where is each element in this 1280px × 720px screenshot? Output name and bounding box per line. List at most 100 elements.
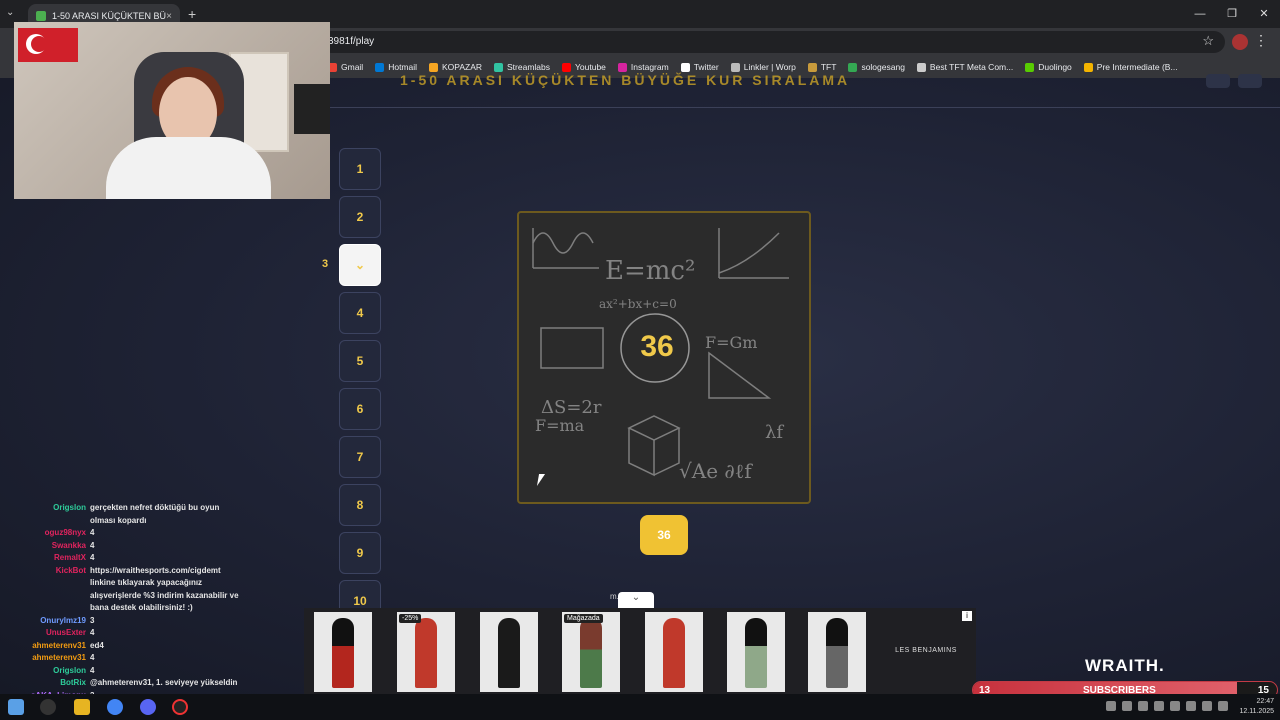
formula-text: ax²+bx+c=0 — [599, 297, 677, 311]
bookmark-favicon-icon — [1083, 62, 1093, 72]
chat-username[interactable]: UnusExter — [4, 627, 90, 640]
chat-username[interactable]: Origslon — [4, 502, 90, 527]
tab-search-icon[interactable]: ⌄ — [6, 7, 14, 18]
chat-message: ahmeterenv31 4 — [0, 652, 300, 665]
tray-icon[interactable] — [1138, 701, 1148, 711]
close-window-button[interactable]: ✕ — [1248, 0, 1280, 28]
profile-avatar[interactable] — [1232, 34, 1248, 50]
formula-text: ΔS=2r — [541, 397, 602, 418]
chrome-icon[interactable] — [107, 699, 123, 715]
chat-text: 4 — [90, 653, 95, 662]
bookmark-favicon-icon — [680, 62, 690, 72]
slot-button[interactable]: 2 — [339, 196, 381, 238]
discord-icon[interactable] — [140, 699, 156, 715]
tab-close-icon[interactable]: × — [166, 11, 172, 22]
bookmark-favicon-icon — [429, 62, 439, 72]
slot-active[interactable]: ⌄ — [339, 244, 381, 286]
chat-username[interactable]: ahmeterenv31 — [4, 640, 90, 653]
bookmark-favicon-icon — [1025, 62, 1035, 72]
bookmark-favicon-icon — [848, 62, 858, 72]
bookmark-label: KOPAZAR — [442, 62, 483, 72]
chat-message: oguz98nyx 4 — [0, 527, 300, 540]
bookmark-item[interactable]: Twitter — [680, 62, 719, 72]
chat-username[interactable]: oguz98nyx — [4, 527, 90, 540]
chat-username[interactable]: KickBot — [4, 565, 90, 615]
place-number-button[interactable]: 36 — [640, 515, 688, 555]
obs-icon[interactable] — [172, 699, 188, 715]
formula-text: √Ae ∂ℓf — [679, 459, 753, 483]
tray-icon[interactable] — [1106, 701, 1116, 711]
bookmark-item[interactable]: KOPAZAR — [429, 62, 482, 72]
product-card[interactable]: -25% — [397, 612, 455, 692]
tray-icon[interactable] — [1202, 701, 1212, 711]
product-card[interactable]: Mağazada — [562, 612, 620, 692]
bookmark-favicon-icon — [807, 62, 817, 72]
chat-text: 4 — [90, 540, 95, 550]
windows-start-icon[interactable] — [8, 699, 24, 715]
slot-button[interactable]: 6 — [339, 388, 381, 430]
new-tab-button[interactable]: + — [188, 6, 196, 22]
slot-button[interactable]: 1 — [339, 148, 381, 190]
product-card[interactable] — [314, 612, 372, 692]
url-input[interactable]: 3981f/play — [320, 31, 1225, 53]
chat-username[interactable]: Origslon — [4, 665, 90, 678]
bookmark-favicon-icon — [562, 62, 572, 72]
ad-collapse-button[interactable]: ⌄ — [618, 592, 654, 608]
product-card[interactable] — [808, 612, 866, 692]
header-button[interactable] — [1238, 74, 1262, 88]
slot-button[interactable]: 5 — [339, 340, 381, 382]
tray-icon[interactable] — [1122, 701, 1132, 711]
bookmark-item[interactable]: Best TFT Meta Com... — [916, 62, 1013, 72]
chat-text: gerçekten nefret döktüğü bu oyun olması … — [90, 503, 220, 525]
slot-button[interactable]: 7 — [339, 436, 381, 478]
webcam-overlay — [14, 22, 330, 199]
tray-icon[interactable] — [1154, 701, 1164, 711]
product-card[interactable] — [727, 612, 785, 692]
bookmark-item[interactable]: Linkler | Worp — [730, 62, 796, 72]
bookmark-label: Youtube — [575, 62, 606, 72]
file-explorer-icon[interactable] — [74, 699, 90, 715]
product-card[interactable] — [480, 612, 538, 692]
formula-text: F=Gm — [705, 333, 757, 352]
turkish-flag-icon — [18, 28, 78, 62]
bookmark-item[interactable]: Hotmail — [375, 62, 417, 72]
chat-text: 4 — [90, 553, 95, 562]
chat-username[interactable]: BotRix — [4, 677, 90, 690]
bookmark-item[interactable]: Instagram — [617, 62, 669, 72]
bookmark-item[interactable]: Duolingo — [1025, 62, 1072, 72]
tray-icon[interactable] — [1170, 701, 1180, 711]
bookmark-item[interactable]: Pre Intermediate (B... — [1083, 62, 1178, 72]
chat-username[interactable]: ahmeterenv31 — [4, 652, 90, 665]
chat-username[interactable]: Onurylmz19 — [4, 615, 90, 628]
bookmark-favicon-icon — [916, 62, 926, 72]
formula-text: F=ma — [535, 416, 585, 435]
bookmark-favicon-icon — [375, 62, 385, 72]
menu-kebab-icon[interactable]: ⋮ — [1254, 32, 1268, 49]
sponsor-logo: WRAITH. — [1085, 656, 1165, 675]
search-icon[interactable] — [40, 699, 56, 715]
bookmark-item[interactable]: Streamlabs — [494, 62, 550, 72]
ad-brand-name[interactable]: LES BENJAMINS — [876, 608, 976, 694]
chat-message: Origslon gerçekten nefret döktüğü bu oyun… — [0, 502, 300, 527]
bookmark-item[interactable]: Gmail — [328, 62, 363, 72]
slot-button[interactable]: 8 — [339, 484, 381, 526]
discount-badge: -25% — [399, 614, 422, 623]
bookmark-item[interactable]: Youtube — [562, 62, 606, 72]
chat-username[interactable]: Swankka — [4, 540, 90, 553]
chat-username[interactable]: RemaltX — [4, 552, 90, 565]
bookmark-item[interactable]: sologesang — [848, 62, 905, 72]
header-button[interactable] — [1206, 74, 1230, 88]
chat-overlay: Origslon gerçekten nefret döktüğü bu oyun… — [0, 502, 300, 720]
product-card[interactable] — [645, 612, 703, 692]
volume-icon[interactable] — [1218, 701, 1228, 711]
tray-icon[interactable] — [1186, 701, 1196, 711]
taskbar-clock[interactable]: 22:47 12.11.2025 — [1239, 697, 1274, 717]
restore-button[interactable]: ❐ — [1216, 0, 1248, 28]
ad-info-icon[interactable]: i — [962, 611, 972, 621]
slot-button[interactable]: 9 — [339, 532, 381, 574]
bookmark-label: sologesang — [861, 62, 905, 72]
minimize-button[interactable]: — — [1184, 0, 1216, 28]
bookmark-item[interactable]: TFT — [807, 62, 836, 72]
bookmark-star-icon[interactable]: ☆ — [1202, 33, 1214, 49]
slot-button[interactable]: 4 — [339, 292, 381, 334]
